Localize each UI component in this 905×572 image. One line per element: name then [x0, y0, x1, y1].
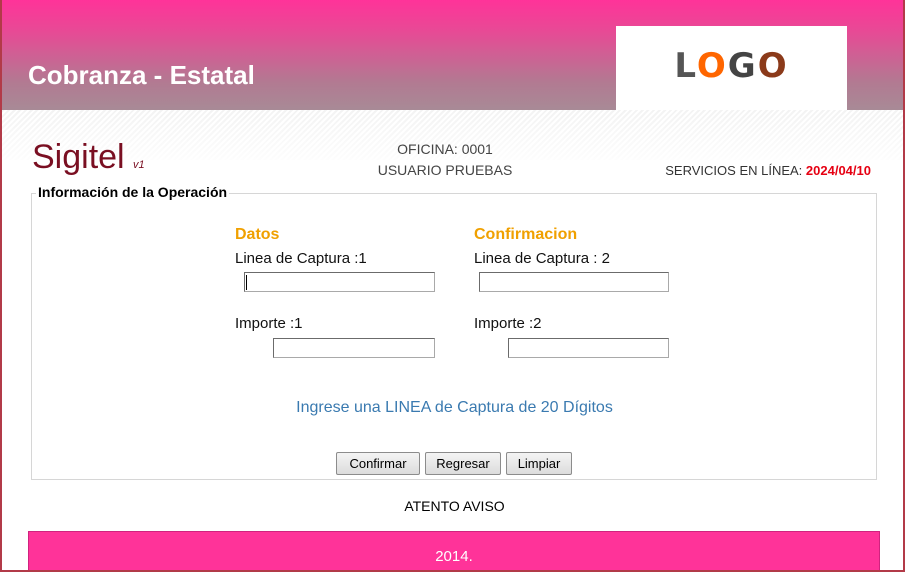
linea-captura-1-label: Linea de Captura :1: [235, 250, 367, 267]
importe-2-label: Importe :2: [474, 315, 542, 332]
logo: LOGO: [616, 26, 847, 110]
logo-letter-3: G: [727, 46, 758, 86]
confirmacion-title: Confirmacion: [474, 226, 578, 243]
confirm-button[interactable]: Confirmar: [336, 452, 420, 475]
linea-captura-2-input[interactable]: [479, 272, 669, 292]
app-title: Cobranza - Estatal: [28, 60, 255, 90]
operation-panel: [31, 193, 877, 480]
linea-captura-2-label: Linea de Captura : 2: [474, 250, 610, 267]
brand-name: Sigitel: [32, 138, 125, 176]
footer-text: 2014.: [435, 548, 473, 565]
services-status: SERVICIOS EN LÍNEA: 2024/04/10: [665, 163, 871, 178]
importe-1-label: Importe :1: [235, 315, 303, 332]
text-caret: [246, 275, 247, 290]
importe-1-input[interactable]: [273, 338, 435, 358]
logo-letter-1: L: [674, 46, 697, 86]
brand-version: v1: [133, 159, 145, 171]
office-label: OFICINA: 0001: [397, 141, 493, 157]
importe-2-input[interactable]: [508, 338, 669, 358]
linea-captura-1-input[interactable]: [244, 272, 435, 292]
clear-button[interactable]: Limpiar: [506, 452, 572, 475]
notice-link[interactable]: ATENTO AVISO: [2, 498, 903, 514]
logo-letter-4: O: [757, 46, 789, 86]
datos-title: Datos: [235, 226, 280, 243]
page-frame: Cobranza - Estatal LOGO Sigitel v1 OFICI…: [0, 0, 905, 572]
panel-legend: Información de la Operación: [36, 184, 230, 200]
header-banner: Cobranza - Estatal LOGO: [2, 0, 903, 110]
logo-letter-2: O: [696, 46, 728, 86]
user-label: USUARIO PRUEBAS: [377, 162, 513, 178]
services-label: SERVICIOS EN LÍNEA:: [665, 163, 803, 178]
capture-line-hint: Ingrese una LINEA de Captura de 20 Dígit…: [296, 399, 613, 416]
back-button[interactable]: Regresar: [425, 452, 501, 475]
services-date: 2024/04/10: [805, 163, 871, 178]
footer-bar: 2014.: [28, 531, 880, 570]
logo-text: LOGO: [616, 46, 847, 86]
